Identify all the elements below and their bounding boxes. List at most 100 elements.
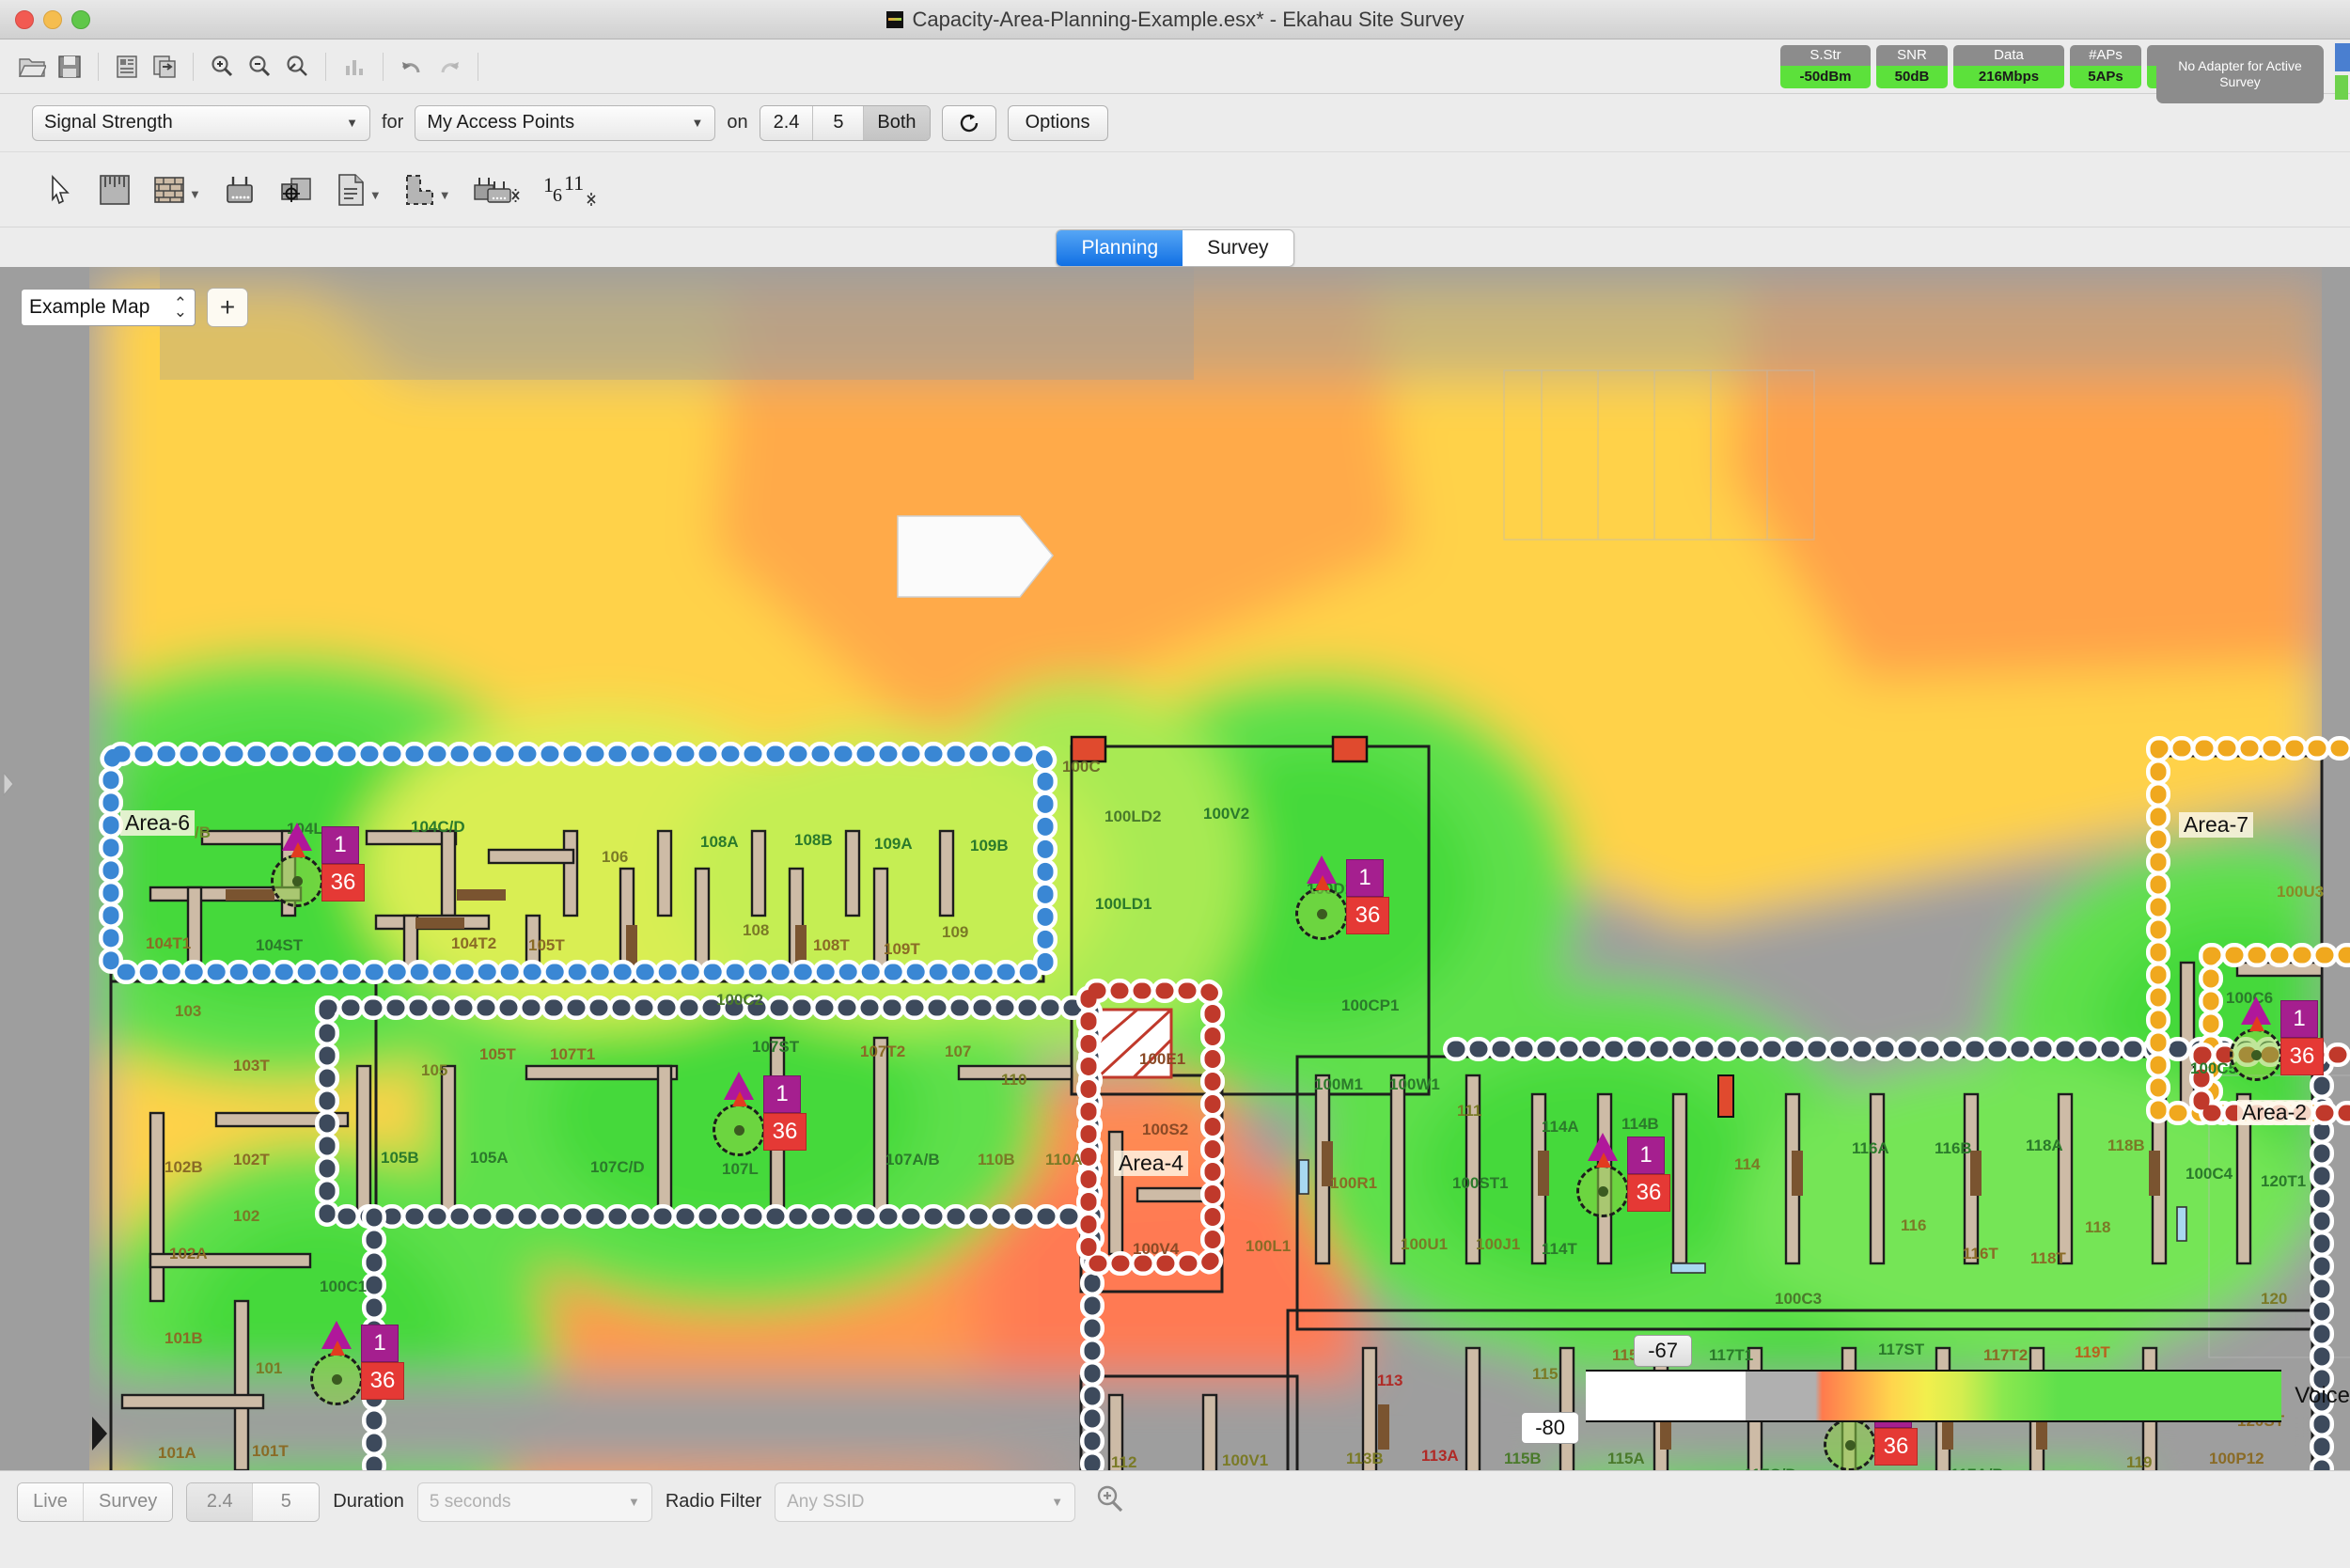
ap-power-badge[interactable]: 36: [2280, 1038, 2324, 1075]
duration-label: Duration: [333, 1491, 404, 1512]
access-point-marker[interactable]: 136: [713, 1072, 807, 1156]
ap-channel-badge[interactable]: 1: [321, 826, 359, 864]
mode-live[interactable]: Live: [18, 1482, 84, 1521]
room-label: 108A: [700, 833, 739, 851]
ap-power-badge[interactable]: 36: [763, 1113, 807, 1151]
area-label-7[interactable]: Area-7: [2179, 812, 2254, 838]
tab-survey[interactable]: Survey: [1183, 230, 1293, 266]
window-title: Capacity-Area-Planning-Example.esx* - Ek…: [912, 7, 1465, 31]
add-map-button[interactable]: +: [207, 288, 248, 327]
place-ap-tool[interactable]: [222, 173, 258, 207]
remove-ap-tool[interactable]: [472, 172, 523, 208]
note-tool[interactable]: ▼: [335, 172, 382, 208]
area-label-4[interactable]: Area-4: [1114, 1151, 1189, 1176]
ap-power-badge[interactable]: 36: [1874, 1428, 1918, 1466]
room-label: 114A: [1542, 1118, 1579, 1136]
ap-pin-tip-icon: [290, 842, 306, 857]
ap-channel-badge[interactable]: 1: [2280, 1000, 2318, 1038]
measure-tool[interactable]: [98, 173, 132, 207]
legend-gradient-bar[interactable]: [1586, 1370, 2282, 1422]
zoom-out-button[interactable]: [241, 48, 278, 86]
access-point-marker[interactable]: 136: [1576, 1133, 1670, 1217]
chevron-down-icon[interactable]: ▼: [189, 187, 201, 201]
status-band-5[interactable]: 5: [253, 1482, 320, 1521]
channel-tool[interactable]: 1 6 11: [543, 171, 605, 209]
ap-channel-badge[interactable]: 1: [763, 1075, 801, 1113]
access-point-marker[interactable]: 136: [1824, 1387, 1918, 1470]
duration-select[interactable]: 5 seconds ▼: [416, 1482, 652, 1522]
area-label-6[interactable]: Area-6: [120, 810, 196, 836]
map-select[interactable]: Example Map ⌃ ⌄: [21, 289, 196, 326]
access-point-marker[interactable]: 136: [310, 1321, 404, 1405]
ap-power-badge[interactable]: 36: [1346, 897, 1389, 934]
room-label: 100V4: [1133, 1240, 1180, 1258]
ap-count-chip: #APs 5APs: [2070, 45, 2141, 88]
chevron-down-icon[interactable]: ▼: [369, 188, 382, 202]
chevron-down-icon: ▼: [691, 116, 704, 130]
legend-min-badge[interactable]: -80: [1521, 1412, 1579, 1444]
status-zoom-button[interactable]: [1094, 1483, 1126, 1520]
place-ap-target-tool[interactable]: [278, 173, 314, 207]
ap-channel-badge[interactable]: 1: [361, 1325, 399, 1362]
zoom-in-button[interactable]: [203, 48, 241, 86]
room-label: 118A: [2026, 1137, 2063, 1154]
chevron-down-icon: ▼: [627, 1495, 640, 1509]
save-file-button[interactable]: [51, 48, 88, 86]
visualization-select[interactable]: Signal Strength ▼: [32, 104, 370, 141]
chevron-down-icon[interactable]: ▼: [439, 188, 451, 202]
stepper-icon[interactable]: ⌃ ⌄: [174, 294, 187, 320]
floor-plan-heatmap[interactable]: Example Map ⌃ ⌄ + Area-6 Area-7 Area-2 Ar…: [0, 267, 2350, 1470]
room-label: 104T1: [146, 934, 192, 952]
room-label: 114: [1734, 1155, 1761, 1173]
redo-button[interactable]: [431, 48, 468, 86]
access-point-marker[interactable]: 136: [271, 823, 365, 907]
undo-button[interactable]: [393, 48, 431, 86]
room-label: 107ST: [752, 1038, 800, 1056]
left-panel-expand-button[interactable]: [0, 765, 17, 803]
ap-power-badge[interactable]: 36: [321, 864, 365, 902]
tab-planning[interactable]: Planning: [1057, 230, 1183, 266]
band-option-24[interactable]: 2.4: [760, 105, 814, 140]
zoom-fit-button[interactable]: [278, 48, 316, 86]
adapter-status-badge[interactable]: No Adapter for Active Survey: [2156, 45, 2324, 103]
ap-scope-select[interactable]: My Access Points ▼: [415, 104, 716, 141]
ap-power-badge[interactable]: 36: [1627, 1174, 1670, 1212]
access-point-marker[interactable]: 136: [1295, 855, 1389, 940]
title-bar: Capacity-Area-Planning-Example.esx* - Ek…: [0, 0, 2350, 39]
ap-pin-tip-icon: [1315, 875, 1330, 890]
room-label: 105: [421, 1061, 448, 1079]
refresh-button[interactable]: [941, 104, 996, 141]
legend-max-badge[interactable]: -67: [1634, 1335, 1692, 1367]
room-label: 103T: [233, 1057, 270, 1074]
toolbar-divider: [325, 52, 326, 81]
ap-coverage-ring: [2230, 1028, 2282, 1081]
radio-filter-select[interactable]: Any SSID ▼: [775, 1482, 1076, 1522]
access-point-marker[interactable]: 136: [2230, 996, 2324, 1081]
open-file-button[interactable]: [13, 48, 51, 86]
bottom-panel-expand-button[interactable]: [88, 1411, 113, 1461]
band-selector[interactable]: 2.4 5 Both: [759, 104, 931, 141]
status-band-selector[interactable]: 2.4 5: [186, 1482, 321, 1522]
room-label: 119: [2126, 1453, 2153, 1470]
room-label: 107L: [722, 1160, 759, 1178]
view-tabs[interactable]: Planning Survey: [1056, 229, 1294, 267]
options-button[interactable]: Options: [1007, 104, 1108, 141]
ap-channel-badge[interactable]: 1: [1627, 1137, 1665, 1174]
band-option-5[interactable]: 5: [813, 105, 865, 140]
capture-mode-selector[interactable]: Live Survey: [17, 1482, 174, 1522]
status-band-24[interactable]: 2.4: [187, 1482, 254, 1521]
select-tool[interactable]: [47, 174, 77, 206]
area-label-2[interactable]: Area-2: [2237, 1100, 2312, 1125]
ap-center-dot: [1316, 908, 1327, 919]
bar-chart-icon[interactable]: [336, 48, 373, 86]
report-button[interactable]: [108, 48, 146, 86]
wall-tool[interactable]: ▼: [152, 173, 201, 207]
map-selector-group[interactable]: Example Map ⌃ ⌄ +: [21, 288, 248, 327]
export-button[interactable]: [146, 48, 183, 86]
snr-chip: SNR 50dB: [1876, 45, 1948, 88]
band-option-both[interactable]: Both: [864, 105, 930, 140]
area-tool[interactable]: ▼: [402, 172, 451, 208]
mode-survey[interactable]: Survey: [84, 1482, 173, 1521]
ap-channel-badge[interactable]: 1: [1346, 859, 1384, 897]
ap-power-badge[interactable]: 36: [361, 1362, 404, 1400]
